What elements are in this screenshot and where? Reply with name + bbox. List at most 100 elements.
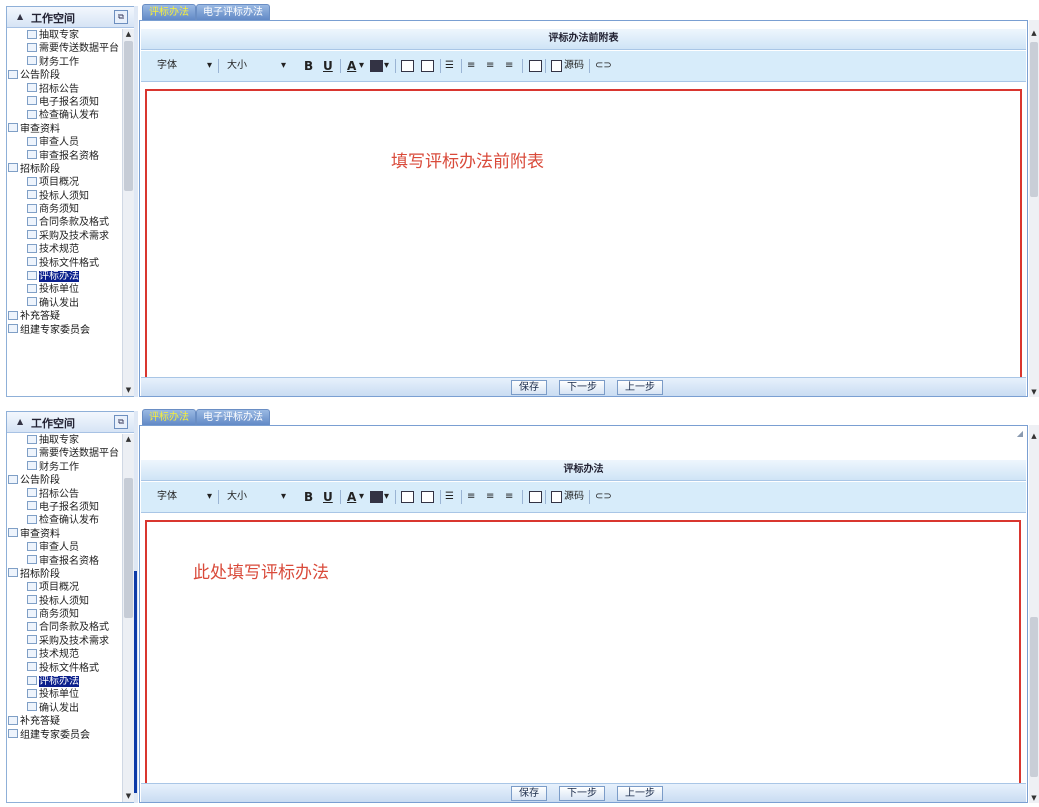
list-icon[interactable]: ☰ [445, 490, 454, 504]
tree-item[interactable]: 补充答疑 [7, 715, 122, 728]
tree-item[interactable]: 评标办法 [7, 270, 122, 283]
workspace-header[interactable]: ▲ 工作空间 ⧉ [7, 412, 134, 433]
tab-evaluation-method[interactable]: 评标办法 [142, 409, 196, 426]
rich-text-editor[interactable]: 填写评标办法前附表 [145, 89, 1022, 380]
align-center-icon[interactable]: ≡ [486, 490, 494, 504]
size-select[interactable]: 大小 [227, 490, 247, 504]
tree-item[interactable]: 抽取专家 [7, 434, 122, 447]
tree-item[interactable]: 电子报名须知 [7, 96, 122, 109]
tree-item[interactable]: 审查报名资格 [7, 150, 122, 163]
tree-item[interactable]: 招标阶段 [7, 568, 122, 581]
resize-grip-icon[interactable]: ◢ [1017, 429, 1023, 438]
next-button[interactable]: 下一步 [559, 786, 605, 801]
collapse-triangle-icon[interactable]: ▲ [17, 417, 23, 426]
save-button[interactable]: 保存 [511, 786, 547, 801]
tree-item[interactable]: 投标人须知 [7, 190, 122, 203]
tree-item[interactable]: 审查资料 [7, 123, 122, 136]
main-scrollbar[interactable]: ▲ ▼ [1029, 425, 1039, 803]
workspace-header[interactable]: ▲ 工作空间 ⧉ [7, 7, 134, 28]
tree-item[interactable]: 公告阶段 [7, 474, 122, 487]
font-color-dropdown-icon[interactable]: ▾ [359, 59, 364, 73]
tree-item[interactable]: 项目概况 [7, 176, 122, 189]
link-icon[interactable]: ⊂⊃ [595, 59, 612, 73]
source-icon[interactable] [551, 60, 562, 72]
tree-item[interactable]: 技术规范 [7, 648, 122, 661]
size-select[interactable]: 大小 [227, 59, 247, 73]
tree-item[interactable]: 合同条款及格式 [7, 216, 122, 229]
font-color-button[interactable]: A [347, 59, 356, 73]
prev-button[interactable]: 上一步 [617, 786, 663, 801]
scroll-thumb[interactable] [1030, 42, 1038, 197]
image-icon[interactable] [401, 60, 414, 72]
tree-item[interactable]: 招标阶段 [7, 163, 122, 176]
tree-item[interactable]: 评标办法 [7, 675, 122, 688]
paste-icon[interactable] [529, 60, 542, 72]
tree-item[interactable]: 投标单位 [7, 688, 122, 701]
tree-item[interactable]: 审查人员 [7, 136, 122, 149]
tree-item[interactable]: 合同条款及格式 [7, 621, 122, 634]
tree-item[interactable]: 组建专家委员会 [7, 324, 122, 337]
tree-item[interactable]: 检查确认发布 [7, 109, 122, 122]
tree-item[interactable]: 商务须知 [7, 203, 122, 216]
tree-item[interactable]: 财务工作 [7, 461, 122, 474]
tree-item[interactable]: 需要传送数据平台 [7, 42, 122, 55]
scroll-up-icon[interactable]: ▲ [1029, 28, 1039, 38]
scroll-up-icon[interactable]: ▲ [1029, 431, 1039, 441]
link-icon[interactable]: ⊂⊃ [595, 490, 612, 504]
align-center-icon[interactable]: ≡ [486, 59, 494, 73]
tree-item[interactable]: 采购及技术需求 [7, 635, 122, 648]
tree-item[interactable]: 确认发出 [7, 297, 122, 310]
splitter[interactable] [134, 6, 138, 397]
scroll-down-icon[interactable]: ▼ [1029, 387, 1039, 397]
underline-button[interactable]: U [323, 490, 333, 504]
tab-electronic-evaluation-method[interactable]: 电子评标办法 [196, 409, 270, 426]
tree-item[interactable]: 技术规范 [7, 243, 122, 256]
paste-icon[interactable] [529, 491, 542, 503]
list-icon[interactable]: ☰ [445, 59, 454, 73]
tree-item[interactable]: 电子报名须知 [7, 501, 122, 514]
font-dropdown-icon[interactable]: ▾ [207, 490, 212, 504]
image-icon[interactable] [401, 491, 414, 503]
underline-button[interactable]: U [323, 59, 333, 73]
tree-item[interactable]: 审查报名资格 [7, 555, 122, 568]
bg-color-icon[interactable] [370, 60, 383, 72]
source-button[interactable]: 源码 [564, 59, 584, 73]
tree-item[interactable]: 公告阶段 [7, 69, 122, 82]
scroll-thumb[interactable] [1030, 617, 1038, 777]
source-button[interactable]: 源码 [564, 490, 584, 504]
tree-item[interactable]: 确认发出 [7, 702, 122, 715]
sidebar-scrollbar[interactable]: ▲ ▼ [122, 434, 134, 802]
tab-electronic-evaluation-method[interactable]: 电子评标办法 [196, 4, 270, 21]
tree-item[interactable]: 财务工作 [7, 56, 122, 69]
tree-item[interactable]: 商务须知 [7, 608, 122, 621]
font-select[interactable]: 字体 [157, 59, 177, 73]
save-button[interactable]: 保存 [511, 380, 547, 395]
restore-icon[interactable]: ⧉ [114, 10, 128, 24]
font-color-button[interactable]: A [347, 490, 356, 504]
tree-item[interactable]: 投标单位 [7, 283, 122, 296]
tree-item[interactable]: 审查资料 [7, 528, 122, 541]
tree-item[interactable]: 抽取专家 [7, 29, 122, 42]
size-dropdown-icon[interactable]: ▾ [281, 490, 286, 504]
tree-item[interactable]: 补充答疑 [7, 310, 122, 323]
scroll-up-icon[interactable]: ▲ [123, 29, 134, 40]
source-icon[interactable] [551, 491, 562, 503]
scroll-thumb[interactable] [124, 41, 133, 191]
align-left-icon[interactable]: ≡ [467, 490, 475, 504]
next-button[interactable]: 下一步 [559, 380, 605, 395]
rich-text-editor[interactable]: 此处填写评标办法 [145, 520, 1021, 789]
table-icon[interactable] [421, 491, 434, 503]
bg-color-icon[interactable] [370, 491, 383, 503]
bold-button[interactable]: B [304, 490, 313, 504]
font-color-dropdown-icon[interactable]: ▾ [359, 490, 364, 504]
scroll-down-icon[interactable]: ▼ [123, 791, 134, 802]
tab-evaluation-method[interactable]: 评标办法 [142, 4, 196, 21]
tree-item[interactable]: 组建专家委员会 [7, 729, 122, 742]
tree-item[interactable]: 需要传送数据平台 [7, 447, 122, 460]
collapse-triangle-icon[interactable]: ▲ [17, 12, 23, 21]
tree-item[interactable]: 招标公告 [7, 83, 122, 96]
restore-icon[interactable]: ⧉ [114, 415, 128, 429]
scroll-down-icon[interactable]: ▼ [1029, 793, 1039, 803]
size-dropdown-icon[interactable]: ▾ [281, 59, 286, 73]
tree-item[interactable]: 采购及技术需求 [7, 230, 122, 243]
